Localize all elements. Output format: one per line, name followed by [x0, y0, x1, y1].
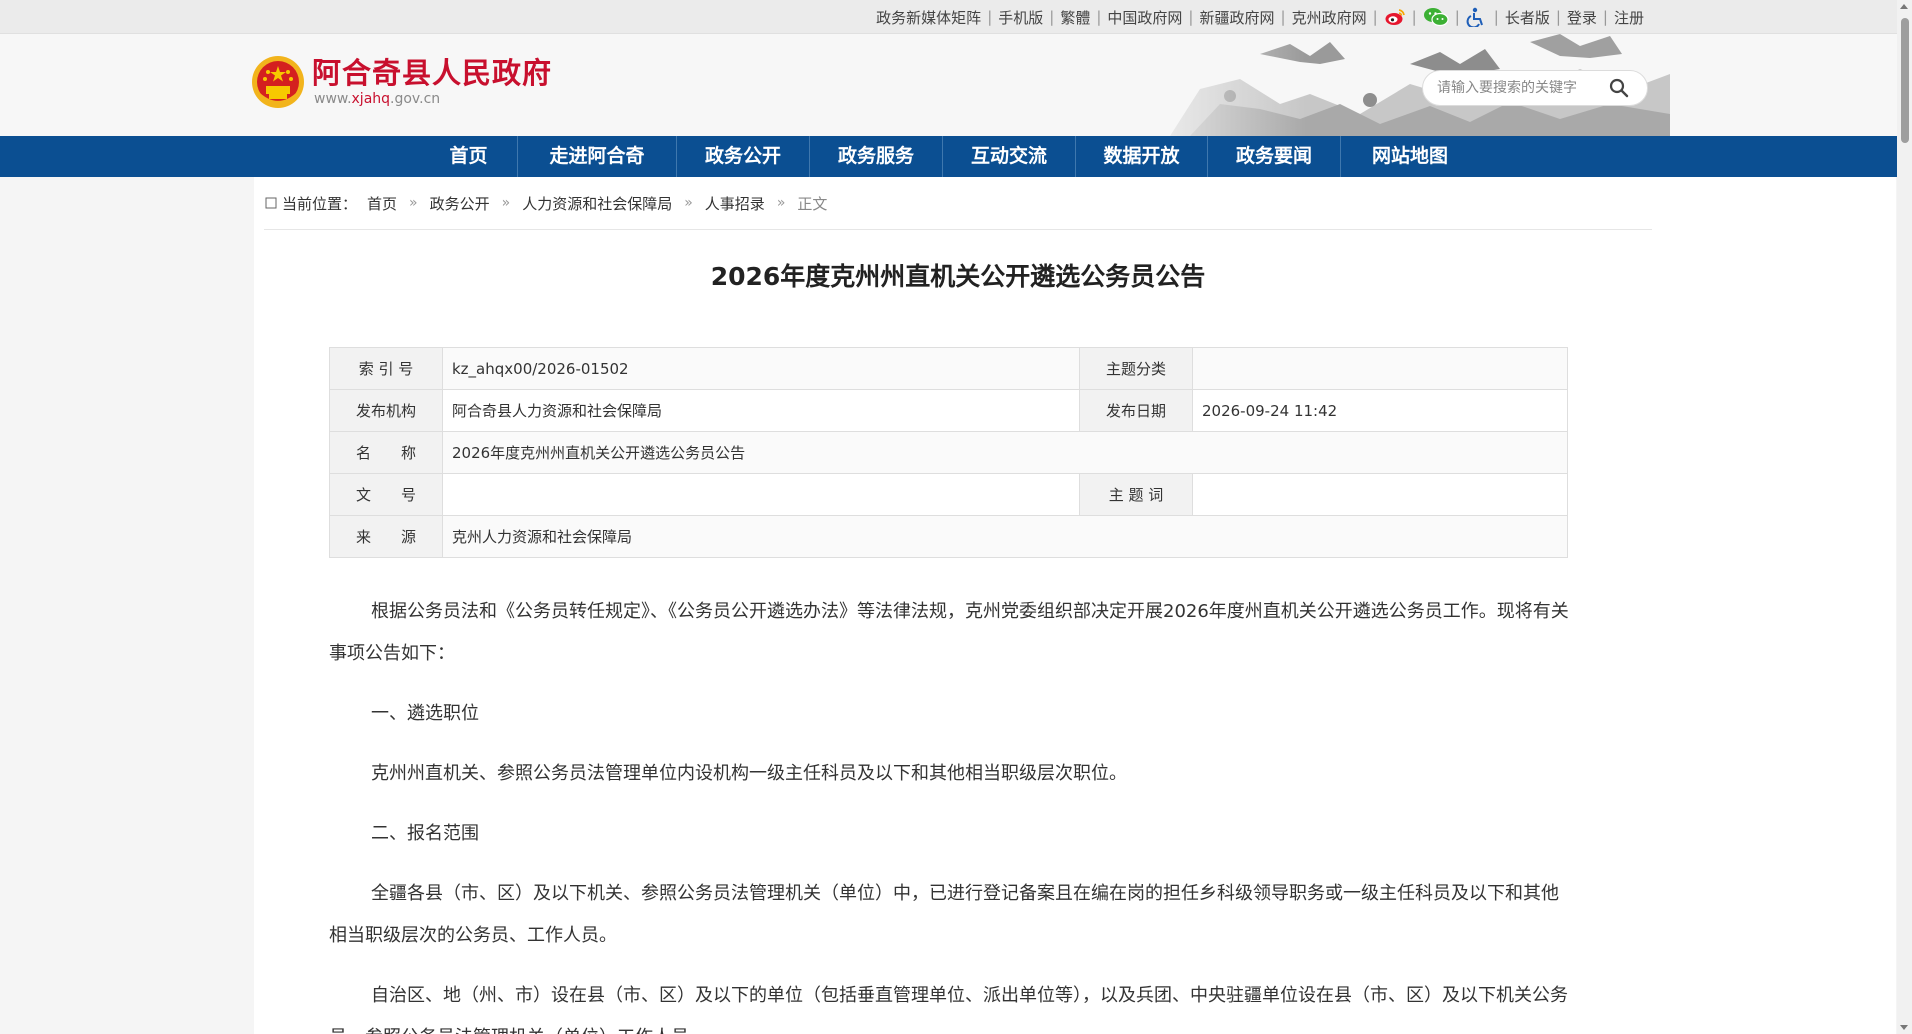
breadcrumb-current: 正文 — [797, 194, 828, 213]
wechat-icon[interactable] — [1423, 7, 1449, 27]
meta-value-date: 2026-09-24 11:42 — [1192, 389, 1568, 432]
breadcrumb-recruitment[interactable]: 人事招录 — [705, 193, 765, 214]
nav-item-gov-news[interactable]: 政务要闻 — [1208, 136, 1341, 177]
top-link-register[interactable]: 注册 — [1614, 7, 1644, 28]
meta-row: 发布机构 阿合奇县人力资源和社会保障局 发布日期 2026-09-24 11:4… — [329, 389, 1568, 432]
site-logo[interactable]: 阿合奇县人民政府 www.xjahq.gov.cn — [250, 52, 552, 112]
site-url: www.xjahq.gov.cn — [314, 91, 441, 107]
weibo-icon[interactable] — [1384, 7, 1406, 27]
top-link-elder-mode[interactable]: 长者版 — [1505, 7, 1550, 28]
site-header: 阿合奇县人民政府 www.xjahq.gov.cn — [0, 34, 1912, 136]
top-utility-bar: 政务新媒体矩阵 | 手机版 | 繁體 | 中国政府网 | 新疆政府网 | 克州政… — [0, 0, 1912, 34]
top-link-media-matrix[interactable]: 政务新媒体矩阵 — [876, 7, 981, 28]
meta-key-category: 主题分类 — [1079, 347, 1193, 390]
meta-value-name: 2026年度克州州直机关公开遴选公务员公告 — [442, 431, 1568, 474]
article-section-heading: 二、报名范围 — [371, 823, 479, 844]
article-title: 2026年度克州州直机关公开遴选公务员公告 — [710, 262, 1206, 291]
meta-key-docno: 文 号 — [329, 473, 443, 516]
search-box — [1422, 70, 1648, 106]
breadcrumb: 当前位置： 首页 » 政务公开 » 人力资源和社会保障局 » 人事招录 » 正文 — [264, 177, 1652, 230]
national-emblem-icon — [252, 56, 304, 108]
meta-value-index: kz_ahqx00/2026-01502 — [442, 347, 1080, 390]
meta-key-publisher: 发布机构 — [329, 389, 443, 432]
meta-row: 文 号 主 题 词 — [329, 473, 1568, 516]
meta-value-publisher: 阿合奇县人力资源和社会保障局 — [442, 389, 1080, 432]
top-link-login[interactable]: 登录 — [1567, 7, 1597, 28]
article-paragraph: 自治区、地（州、市）设在县（市、区）及以下的单位（包括垂直管理单位、派出单位等）… — [329, 985, 1568, 1034]
meta-row: 索 引 号 kz_ahqx00/2026-01502 主题分类 — [329, 347, 1568, 390]
breadcrumb-home[interactable]: 首页 — [367, 193, 397, 214]
article-body: 根据公务员法和《公务员转任规定》、《公务员公开遴选办法》等法律法规，克州党委组织… — [329, 591, 1571, 1034]
top-link-mobile[interactable]: 手机版 — [998, 7, 1043, 28]
search-input[interactable] — [1437, 80, 1607, 96]
nav-item-gov-affairs-open[interactable]: 政务公开 — [677, 136, 810, 177]
nav-item-site-map[interactable]: 网站地图 — [1341, 136, 1479, 177]
meta-key-keyword: 主 题 词 — [1079, 473, 1193, 516]
meta-value-source: 克州人力资源和社会保障局 — [442, 515, 1568, 558]
page-scrollbar[interactable] — [1897, 0, 1912, 1034]
location-icon — [265, 197, 277, 209]
article-paragraph: 克州州直机关、参照公务员法管理单位内设机构一级主任科员及以下和其他相当职级层次职… — [371, 763, 1127, 784]
top-links: 政务新媒体矩阵 | 手机版 | 繁體 | 中国政府网 | 新疆政府网 | 克州政… — [876, 7, 1644, 29]
meta-key-name: 名 称 — [329, 431, 443, 474]
article-paragraph: 根据公务员法和《公务员转任规定》、《公务员公开遴选办法》等法律法规，克州党委组织… — [329, 601, 1569, 664]
breadcrumb-hr-bureau[interactable]: 人力资源和社会保障局 — [522, 193, 672, 214]
meta-key-date: 发布日期 — [1079, 389, 1193, 432]
scroll-up-arrow-icon[interactable] — [1900, 4, 1908, 9]
breadcrumb-label: 当前位置： — [282, 194, 358, 213]
nav-item-interaction[interactable]: 互动交流 — [943, 136, 1076, 177]
scroll-down-arrow-icon[interactable] — [1900, 1025, 1908, 1030]
article-paragraph: 全疆各县（市、区）及以下机关、参照公务员法管理机关（单位）中，已进行登记备案且在… — [329, 883, 1559, 946]
nav-item-open-data[interactable]: 数据开放 — [1076, 136, 1208, 177]
breadcrumb-gov-affairs-open[interactable]: 政务公开 — [430, 193, 490, 214]
meta-row: 名 称 2026年度克州州直机关公开遴选公务员公告 — [329, 431, 1568, 474]
nav-item-home[interactable]: 首页 — [420, 136, 518, 177]
main-nav: 首页 走进阿合奇 政务公开 政务服务 互动交流 数据开放 政务要闻 网站地图 — [0, 136, 1912, 177]
top-link-kezhou-gov[interactable]: 克州政府网 — [1292, 7, 1367, 28]
accessibility-icon[interactable] — [1466, 7, 1488, 29]
article-meta-table: 索 引 号 kz_ahqx00/2026-01502 主题分类 发布机构 阿合奇… — [329, 347, 1568, 558]
nav-item-about-aheqi[interactable]: 走进阿合奇 — [518, 136, 677, 177]
top-link-xinjiang-gov[interactable]: 新疆政府网 — [1199, 7, 1274, 28]
meta-value-docno — [442, 473, 1080, 516]
top-link-china-gov[interactable]: 中国政府网 — [1107, 7, 1182, 28]
meta-value-category — [1192, 347, 1568, 390]
scrollbar-thumb[interactable] — [1901, 18, 1909, 143]
article-section-heading: 一、遴选职位 — [371, 703, 479, 724]
top-link-traditional[interactable]: 繁體 — [1060, 7, 1090, 28]
search-icon[interactable] — [1607, 76, 1631, 100]
meta-row: 来 源 克州人力资源和社会保障局 — [329, 515, 1568, 558]
main-content: 当前位置： 首页 » 政务公开 » 人力资源和社会保障局 » 人事招录 » 正文… — [254, 177, 1896, 1034]
meta-value-keyword — [1192, 473, 1568, 516]
meta-key-index: 索 引 号 — [329, 347, 443, 390]
site-title: 阿合奇县人民政府 — [312, 56, 553, 90]
nav-item-gov-services[interactable]: 政务服务 — [810, 136, 943, 177]
meta-key-source: 来 源 — [329, 515, 443, 558]
